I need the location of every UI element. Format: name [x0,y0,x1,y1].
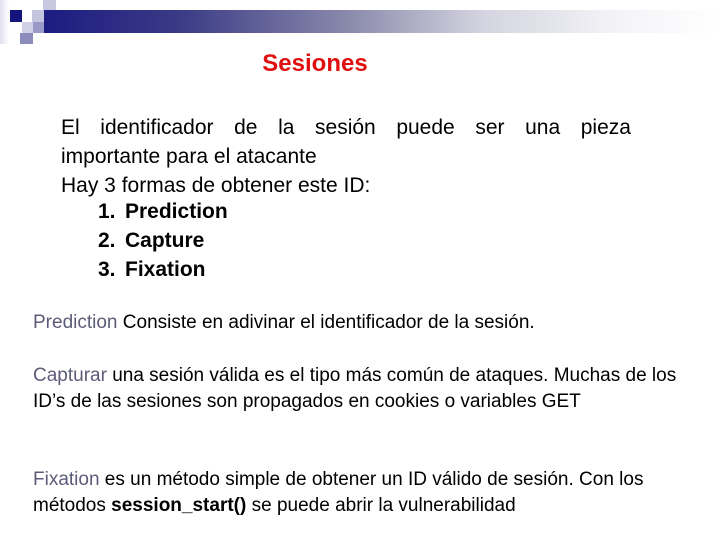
list-number: 3. [98,258,116,281]
list-label: Prediction [125,200,228,223]
intro-word: pieza [580,116,631,139]
deco-square [10,10,22,22]
deco-square [22,22,33,33]
intro-word: una [525,116,561,139]
intro-word: El [61,116,80,139]
paragraph-fixation: Fixation es un método simple de obtener … [33,467,713,519]
list-item: 1. Prediction [98,197,228,226]
intro-word: la [278,116,295,139]
keyword: Fixation [33,469,100,490]
list-number: 2. [98,229,116,252]
deco-square [43,0,56,10]
list-item: 2. Capture [98,226,228,255]
intro-word: sesión [315,116,376,139]
methods-list: 1. Prediction 2. Capture 3. Fixation [98,197,228,284]
header-gradient-bar [44,10,720,33]
intro-line-1: El identificador de la sesión puede ser … [61,113,631,142]
deco-square [20,33,33,44]
intro-line-3: Hay 3 formas de obtener este ID: [61,174,371,197]
list-label: Capture [125,229,205,252]
paragraph-text: se puede abrir la vulnerabilidad [246,495,516,516]
keyword: Prediction [33,312,118,333]
intro-line-2: importante para el atacante [61,145,317,168]
paragraph-text: una sesión válida es el tipo más común d… [33,365,677,412]
intro-word: identificador [100,116,214,139]
deco-square [33,22,44,33]
list-number: 1. [98,200,116,223]
intro-word: de [234,116,258,139]
paragraph-prediction: Prediction Consiste en adivinar el ident… [33,310,535,336]
paragraph-text: Consiste en adivinar el identificador de… [117,312,535,333]
deco-square [32,10,44,22]
intro-text: El identificador de la sesión puede ser … [61,113,631,200]
paragraph-capture: Capturar una sesión válida es el tipo má… [33,363,683,415]
slide-title: Sesiones [262,50,368,77]
intro-word: puede [396,116,455,139]
code-function: session_start() [111,495,247,516]
deco-square [0,0,9,44]
list-label: Fixation [125,258,206,281]
intro-word: ser [475,116,505,139]
keyword: Capturar [33,365,107,386]
list-item: 3. Fixation [98,255,228,284]
